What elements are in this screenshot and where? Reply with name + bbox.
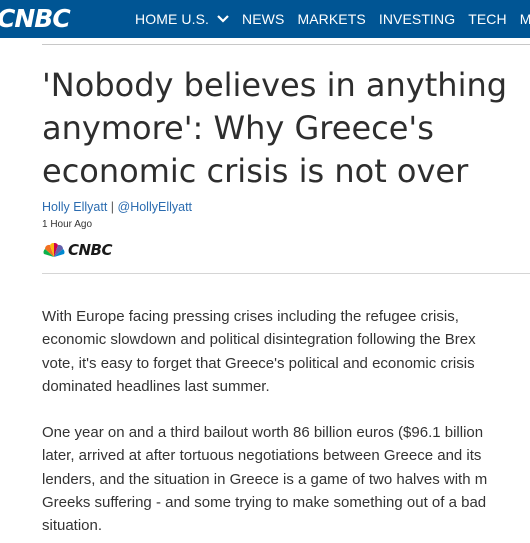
nav-home-us[interactable]: HOME U.S. — [135, 11, 229, 27]
paragraph-line: situation. — [42, 517, 103, 535]
paragraph-line: later, arrived at after tortuous negotia… — [42, 447, 482, 465]
nav-markets[interactable]: MARKETS — [297, 11, 365, 27]
paragraph-line: vote, it's easy to forget that Greece's … — [42, 354, 475, 372]
headline-line: 'Nobody believes in anything — [42, 66, 508, 104]
article-headline: 'Nobody believes in anything anymore': W… — [42, 64, 530, 193]
divider — [42, 44, 530, 45]
byline-separator: | — [110, 200, 115, 214]
chevron-down-icon — [217, 15, 229, 23]
headline-line: anymore': Why Greece's — [42, 109, 434, 147]
publish-time: 1 Hour Ago — [42, 219, 93, 230]
top-nav-bar: CNBC HOME U.S. NEWS MARKETS INVESTING TE… — [0, 0, 530, 38]
source-logo: CNBC — [42, 241, 113, 259]
cnbc-logo[interactable]: CNBC — [0, 5, 71, 33]
nav-tech[interactable]: TECH — [468, 11, 507, 27]
article-paragraph: With Europe facing pressing crises inclu… — [42, 305, 530, 398]
twitter-handle-link[interactable]: @HollyEllyatt — [118, 200, 193, 214]
source-logo-text: CNBC — [68, 241, 113, 259]
nav-news[interactable]: NEWS — [242, 11, 284, 27]
nav-investing[interactable]: INVESTING — [379, 11, 455, 27]
paragraph-line: lenders, and the situation in Greece is … — [42, 470, 488, 488]
divider — [42, 273, 530, 274]
nav-home-us-label: HOME U.S. — [135, 11, 210, 27]
headline-line: economic crisis is not over — [42, 152, 469, 190]
author-link[interactable]: Holly Ellyatt — [42, 200, 107, 214]
paragraph-line: dominated headlines last summer. — [42, 377, 270, 395]
peacock-icon — [43, 242, 65, 257]
paragraph-line: One year on and a third bailout worth 86… — [42, 424, 484, 441]
main-nav: HOME U.S. NEWS MARKETS INVESTING TECH MA… — [135, 0, 530, 38]
paragraph-line: economic slowdown and political disinteg… — [42, 331, 476, 349]
byline: Holly Ellyatt | @HollyEllyatt — [42, 200, 192, 214]
paragraph-line: With Europe facing pressing crises inclu… — [42, 308, 459, 325]
paragraph-line: Greeks suffering - and some trying to ma… — [42, 493, 487, 511]
article-paragraph: One year on and a third bailout worth 86… — [42, 421, 530, 537]
nav-make-it[interactable]: MAK — [520, 11, 530, 27]
